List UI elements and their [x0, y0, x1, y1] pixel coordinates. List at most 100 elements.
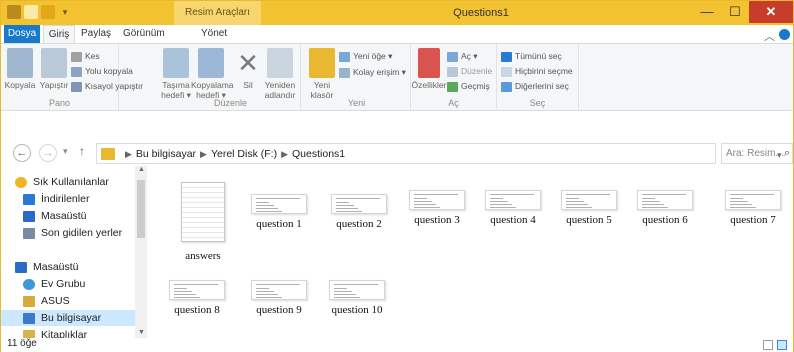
- minimize-button[interactable]: —: [693, 1, 721, 23]
- nav-item-this-pc[interactable]: Bu bilgisayar: [1, 310, 135, 326]
- maximize-button[interactable]: ☐: [721, 1, 749, 23]
- thumbnail-text-line: [642, 194, 686, 195]
- file-question-2[interactable]: question 2: [320, 194, 398, 230]
- search-input[interactable]: Ara: Resim... ⌕: [721, 143, 793, 164]
- file-question-9[interactable]: question 9: [240, 280, 318, 316]
- file-question-1[interactable]: question 1: [240, 194, 318, 230]
- properties-icon[interactable]: [24, 5, 38, 19]
- copy-path-button[interactable]: Yolu kopyala: [71, 65, 133, 77]
- invert-selection-icon: [501, 81, 512, 92]
- help-icon[interactable]: [779, 29, 790, 40]
- new-folder-icon[interactable]: [41, 5, 55, 19]
- file-question-7[interactable]: question 7: [714, 190, 792, 226]
- file-question-8[interactable]: question 8: [158, 280, 236, 316]
- downloads-icon: [23, 193, 35, 205]
- thumbnail-text-line: [642, 207, 669, 208]
- group-organize: Taşıma hedefi ▾ Kopyalama hedefi ▾ ✕ Sil…: [161, 44, 301, 110]
- libraries-icon: [23, 329, 35, 338]
- paste-shortcut-button[interactable]: Kısayol yapıştır: [71, 80, 143, 92]
- forward-button[interactable]: →: [39, 144, 57, 162]
- folder-icon: [101, 148, 115, 160]
- star-icon: [15, 176, 27, 188]
- nav-item-favorites[interactable]: Sık Kullanılanlar: [15, 174, 109, 190]
- breadcrumb-this-pc[interactable]: Bu bilgisayar: [136, 148, 196, 160]
- file-answers[interactable]: answers: [168, 182, 238, 262]
- nav-item-libraries[interactable]: Kitaplıklar: [23, 327, 87, 338]
- group-label: Pano: [48, 98, 71, 108]
- computer-icon: [23, 312, 35, 324]
- copy-button[interactable]: Kopyala: [3, 48, 37, 90]
- folder-icon[interactable]: [7, 5, 21, 19]
- easy-access-button[interactable]: Kolay erişim ▾: [339, 66, 406, 78]
- file-question-10[interactable]: question 10: [318, 280, 396, 316]
- navigation-scrollbar[interactable]: ▲ ▼: [135, 166, 147, 338]
- tab-file[interactable]: Dosya: [4, 25, 40, 43]
- thumbnail-text-line: [336, 202, 350, 203]
- details-view-icon[interactable]: [763, 340, 773, 350]
- thumbnail-text-line: [566, 207, 593, 208]
- thumbnail-text-line: [174, 288, 188, 289]
- image-thumbnail: [485, 190, 541, 210]
- open-button[interactable]: Aç ▾: [447, 50, 478, 62]
- address-bar[interactable]: ▶ Bu bilgisayar ▶ Yerel Disk (F:) ▶ Questions…: [96, 143, 782, 164]
- edit-button[interactable]: Düzenle: [447, 65, 492, 77]
- thumbnail-text-line: [730, 198, 744, 199]
- address-row: ← → ▾ ↑ ▶ Bu bilgisayar ▶ Yerel Disk (F:) ▶ Q…: [1, 140, 793, 166]
- back-button[interactable]: ←: [13, 144, 31, 162]
- image-thumbnail: [251, 280, 307, 300]
- tab-manage[interactable]: Yönet: [201, 25, 227, 43]
- thumbnail-text-line: [414, 194, 458, 195]
- chevron-up-icon[interactable]: ▲: [138, 166, 145, 173]
- select-all-button[interactable]: Tümünü seç: [501, 50, 562, 62]
- history-icon: [447, 81, 458, 92]
- breadcrumb-questions1[interactable]: Questions1: [292, 148, 345, 160]
- copy-to-button[interactable]: Kopyalama hedefi ▾: [191, 48, 234, 100]
- chevron-down-icon[interactable]: ▼: [138, 329, 145, 336]
- nav-item-desktop[interactable]: Masaüstü: [23, 208, 87, 224]
- up-button[interactable]: ↑: [79, 144, 85, 158]
- breadcrumb: ▶ Bu bilgisayar ▶ Yerel Disk (F:) ▶ Questions…: [121, 148, 345, 160]
- thumbnail-text-line: [490, 201, 508, 202]
- file-question-6[interactable]: question 6: [626, 190, 704, 226]
- new-folder-button[interactable]: Yeni klasör: [307, 48, 337, 100]
- large-icons-view-icon[interactable]: [777, 340, 787, 350]
- group-label: Düzenle: [213, 98, 248, 108]
- new-item-button[interactable]: Yeni öğe ▾: [339, 50, 392, 62]
- recent-locations-icon[interactable]: ▾: [63, 146, 68, 157]
- nav-item-homegroup[interactable]: Ev Grubu: [23, 276, 85, 292]
- select-none-button[interactable]: Hiçbirini seçme: [501, 65, 573, 77]
- nav-item-recent-places[interactable]: Son gidilen yerler: [23, 225, 122, 241]
- thumbnail-text-line: [336, 198, 380, 199]
- thumbnail-text-line: [730, 201, 748, 202]
- homegroup-icon: [23, 278, 35, 290]
- paste-button[interactable]: Yapıştır: [37, 48, 71, 90]
- chevron-down-icon[interactable]: ▾: [58, 5, 72, 19]
- nav-item-user[interactable]: ASUS: [23, 293, 70, 309]
- title-bar: ▾ Resim Araçları Questions1 — ☐ ✕: [1, 1, 793, 25]
- cut-button[interactable]: Kes: [71, 50, 100, 62]
- thumbnail-text-line: [414, 201, 432, 202]
- file-question-5[interactable]: question 5: [550, 190, 628, 226]
- tab-view[interactable]: Görünüm: [123, 25, 165, 43]
- move-to-button[interactable]: Taşıma hedefi ▾: [161, 48, 191, 100]
- chevron-up-icon[interactable]: ︿: [764, 28, 775, 44]
- nav-item-downloads[interactable]: İndirilenler: [23, 191, 89, 207]
- invert-selection-button[interactable]: Diğerlerini seç: [501, 80, 569, 92]
- easy-access-icon: [339, 67, 350, 78]
- nav-item-desktop-root[interactable]: Masaüstü: [15, 259, 79, 275]
- tab-share[interactable]: Paylaş: [81, 25, 111, 43]
- tab-home[interactable]: Giriş: [43, 25, 75, 43]
- file-question-3[interactable]: question 3: [398, 190, 476, 226]
- document-icon: [181, 182, 225, 242]
- rename-button[interactable]: Yeniden adlandır: [261, 48, 299, 100]
- group-label: Seç: [529, 98, 546, 108]
- file-question-4[interactable]: question 4: [474, 190, 552, 226]
- properties-button[interactable]: Özellikler: [411, 48, 447, 90]
- search-icon[interactable]: ⌕: [784, 147, 790, 160]
- breadcrumb-local-disk[interactable]: Yerel Disk (F:): [211, 148, 277, 160]
- delete-button[interactable]: ✕ Sil: [235, 48, 261, 90]
- chevron-right-icon: ▶: [125, 149, 132, 159]
- close-button[interactable]: ✕: [749, 1, 793, 23]
- history-button[interactable]: Geçmiş: [447, 80, 490, 92]
- scrollbar-thumb[interactable]: [137, 180, 145, 238]
